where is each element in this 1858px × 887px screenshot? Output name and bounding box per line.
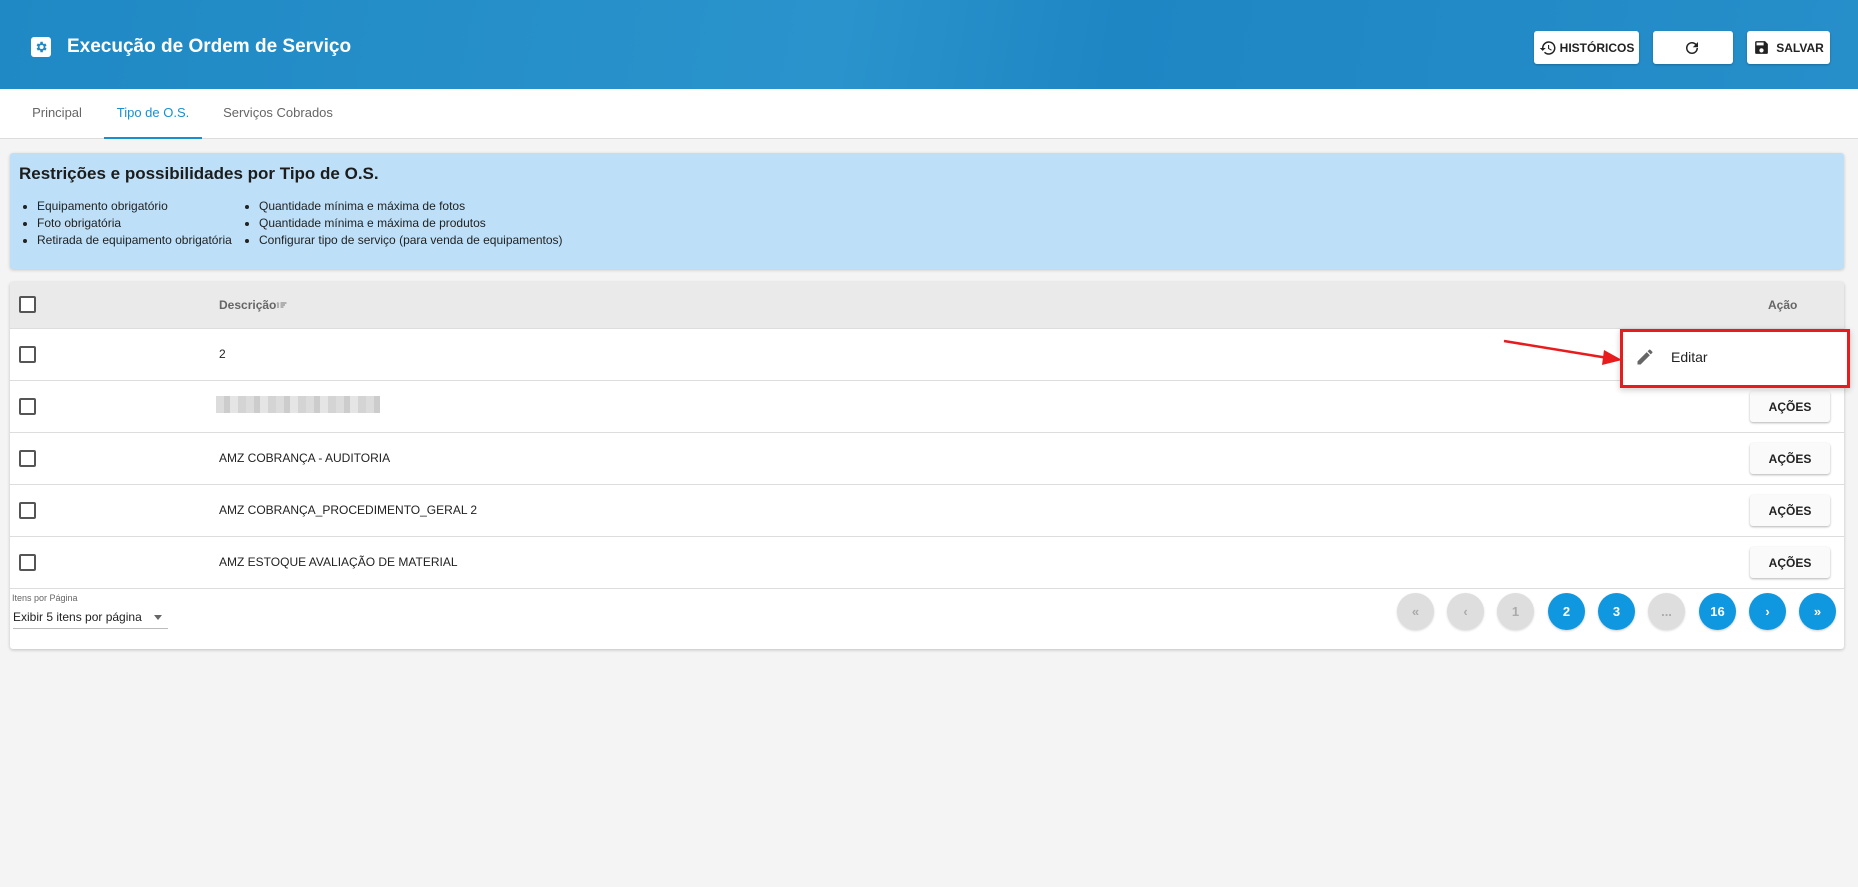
next-page-button[interactable]: › <box>1749 593 1786 630</box>
salvar-label: SALVAR <box>1776 40 1824 55</box>
acoes-button[interactable]: AÇÕES <box>1750 391 1830 422</box>
page-1-button[interactable]: 1 <box>1497 593 1534 630</box>
acoes-button[interactable]: AÇÕES <box>1750 443 1830 474</box>
info-item: Retirada de equipamento obrigatória <box>10 232 232 249</box>
tab-tipo-os[interactable]: Tipo de O.S. <box>104 89 202 139</box>
row-checkbox[interactable] <box>19 346 36 363</box>
acoes-button[interactable]: AÇÕES <box>1750 495 1830 526</box>
edit-menu-item[interactable]: Editar <box>1635 345 1708 369</box>
page-16-button[interactable]: 16 <box>1699 593 1736 630</box>
dropdown-caret-icon <box>154 615 162 620</box>
select-all-checkbox[interactable] <box>19 296 36 313</box>
table-row: AMZ ESTOQUE AVALIAÇÃO DE MATERIAL AÇÕES <box>10 537 1844 589</box>
acoes-button[interactable]: AÇÕES <box>1750 547 1830 578</box>
edit-label: Editar <box>1671 349 1708 365</box>
annotation-arrow <box>1503 339 1622 365</box>
page-2-button[interactable]: 2 <box>1548 593 1585 630</box>
row-checkbox[interactable] <box>19 502 36 519</box>
row-descricao: 2 <box>219 347 226 361</box>
row-checkbox[interactable] <box>19 450 36 467</box>
header-title-group: Execução de Ordem de Serviço <box>31 34 351 60</box>
pencil-icon <box>1637 349 1653 365</box>
page-title: Execução de Ordem de Serviço <box>67 36 352 57</box>
info-list-left: Equipamento obrigatório Foto obrigatória… <box>10 198 232 249</box>
first-page-button[interactable]: « <box>1397 593 1434 630</box>
page-ellipsis: ... <box>1648 593 1685 630</box>
info-item: Configurar tipo de serviço (para venda d… <box>232 232 563 249</box>
table-header: Descrição Ação <box>10 282 1844 329</box>
info-list-right: Quantidade mínima e máxima de fotos Quan… <box>232 198 563 249</box>
table-row: AMZ COBRANÇA_PROCEDIMENTO_GERAL 2 AÇÕES <box>10 485 1844 537</box>
table-row: AMZ COBRANÇA - AUDITORIA AÇÕES <box>10 433 1844 485</box>
table-row: AÇÕES <box>10 381 1844 433</box>
sort-icon <box>276 302 287 308</box>
historicos-label: HISTÓRICOS <box>1559 40 1635 55</box>
row-checkbox[interactable] <box>19 554 36 571</box>
descricao-header-label: Descrição <box>219 298 277 312</box>
tab-servicos-cobrados[interactable]: Serviços Cobrados <box>218 89 338 139</box>
info-item: Foto obrigatória <box>10 215 232 232</box>
info-item: Equipamento obrigatório <box>10 198 232 215</box>
per-page-label: Itens por Página <box>12 593 78 603</box>
info-item: Quantidade mínima e máxima de fotos <box>232 198 563 215</box>
redacted-descricao <box>216 396 380 413</box>
row-descricao: AMZ COBRANÇA_PROCEDIMENTO_GERAL 2 <box>219 503 478 517</box>
history-icon <box>1539 40 1556 55</box>
column-header-acao: Ação <box>1768 298 1798 312</box>
row-descricao: AMZ ESTOQUE AVALIAÇÃO DE MATERIAL <box>219 555 458 569</box>
column-header-descricao[interactable]: Descrição <box>219 298 288 312</box>
refresh-icon <box>1685 41 1698 54</box>
tab-bar: Principal Tipo de O.S. Serviços Cobrados <box>0 89 1858 139</box>
info-title: Restrições e possibilidades por Tipo de … <box>19 164 379 183</box>
row-action-menu: Editar <box>1620 329 1850 388</box>
per-page-select[interactable]: Exibir 5 itens por página <box>13 605 168 629</box>
refresh-button[interactable] <box>1653 31 1733 64</box>
app-header: Execução de Ordem de Serviço HISTÓRICOS … <box>0 0 1858 89</box>
info-panel: Restrições e possibilidades por Tipo de … <box>10 153 1844 269</box>
last-page-button[interactable]: » <box>1799 593 1836 630</box>
save-icon <box>1755 41 1769 54</box>
historicos-button[interactable]: HISTÓRICOS <box>1534 31 1639 64</box>
tab-principal[interactable]: Principal <box>26 89 88 139</box>
salvar-button[interactable]: SALVAR <box>1747 31 1830 64</box>
row-descricao: AMZ COBRANÇA - AUDITORIA <box>219 451 391 465</box>
info-item: Quantidade mínima e máxima de produtos <box>232 215 563 232</box>
prev-page-button[interactable]: ‹ <box>1447 593 1484 630</box>
page-3-button[interactable]: 3 <box>1598 593 1635 630</box>
gear-icon <box>31 37 51 57</box>
per-page-value: Exibir 5 itens por página <box>13 610 142 624</box>
row-checkbox[interactable] <box>19 398 36 415</box>
